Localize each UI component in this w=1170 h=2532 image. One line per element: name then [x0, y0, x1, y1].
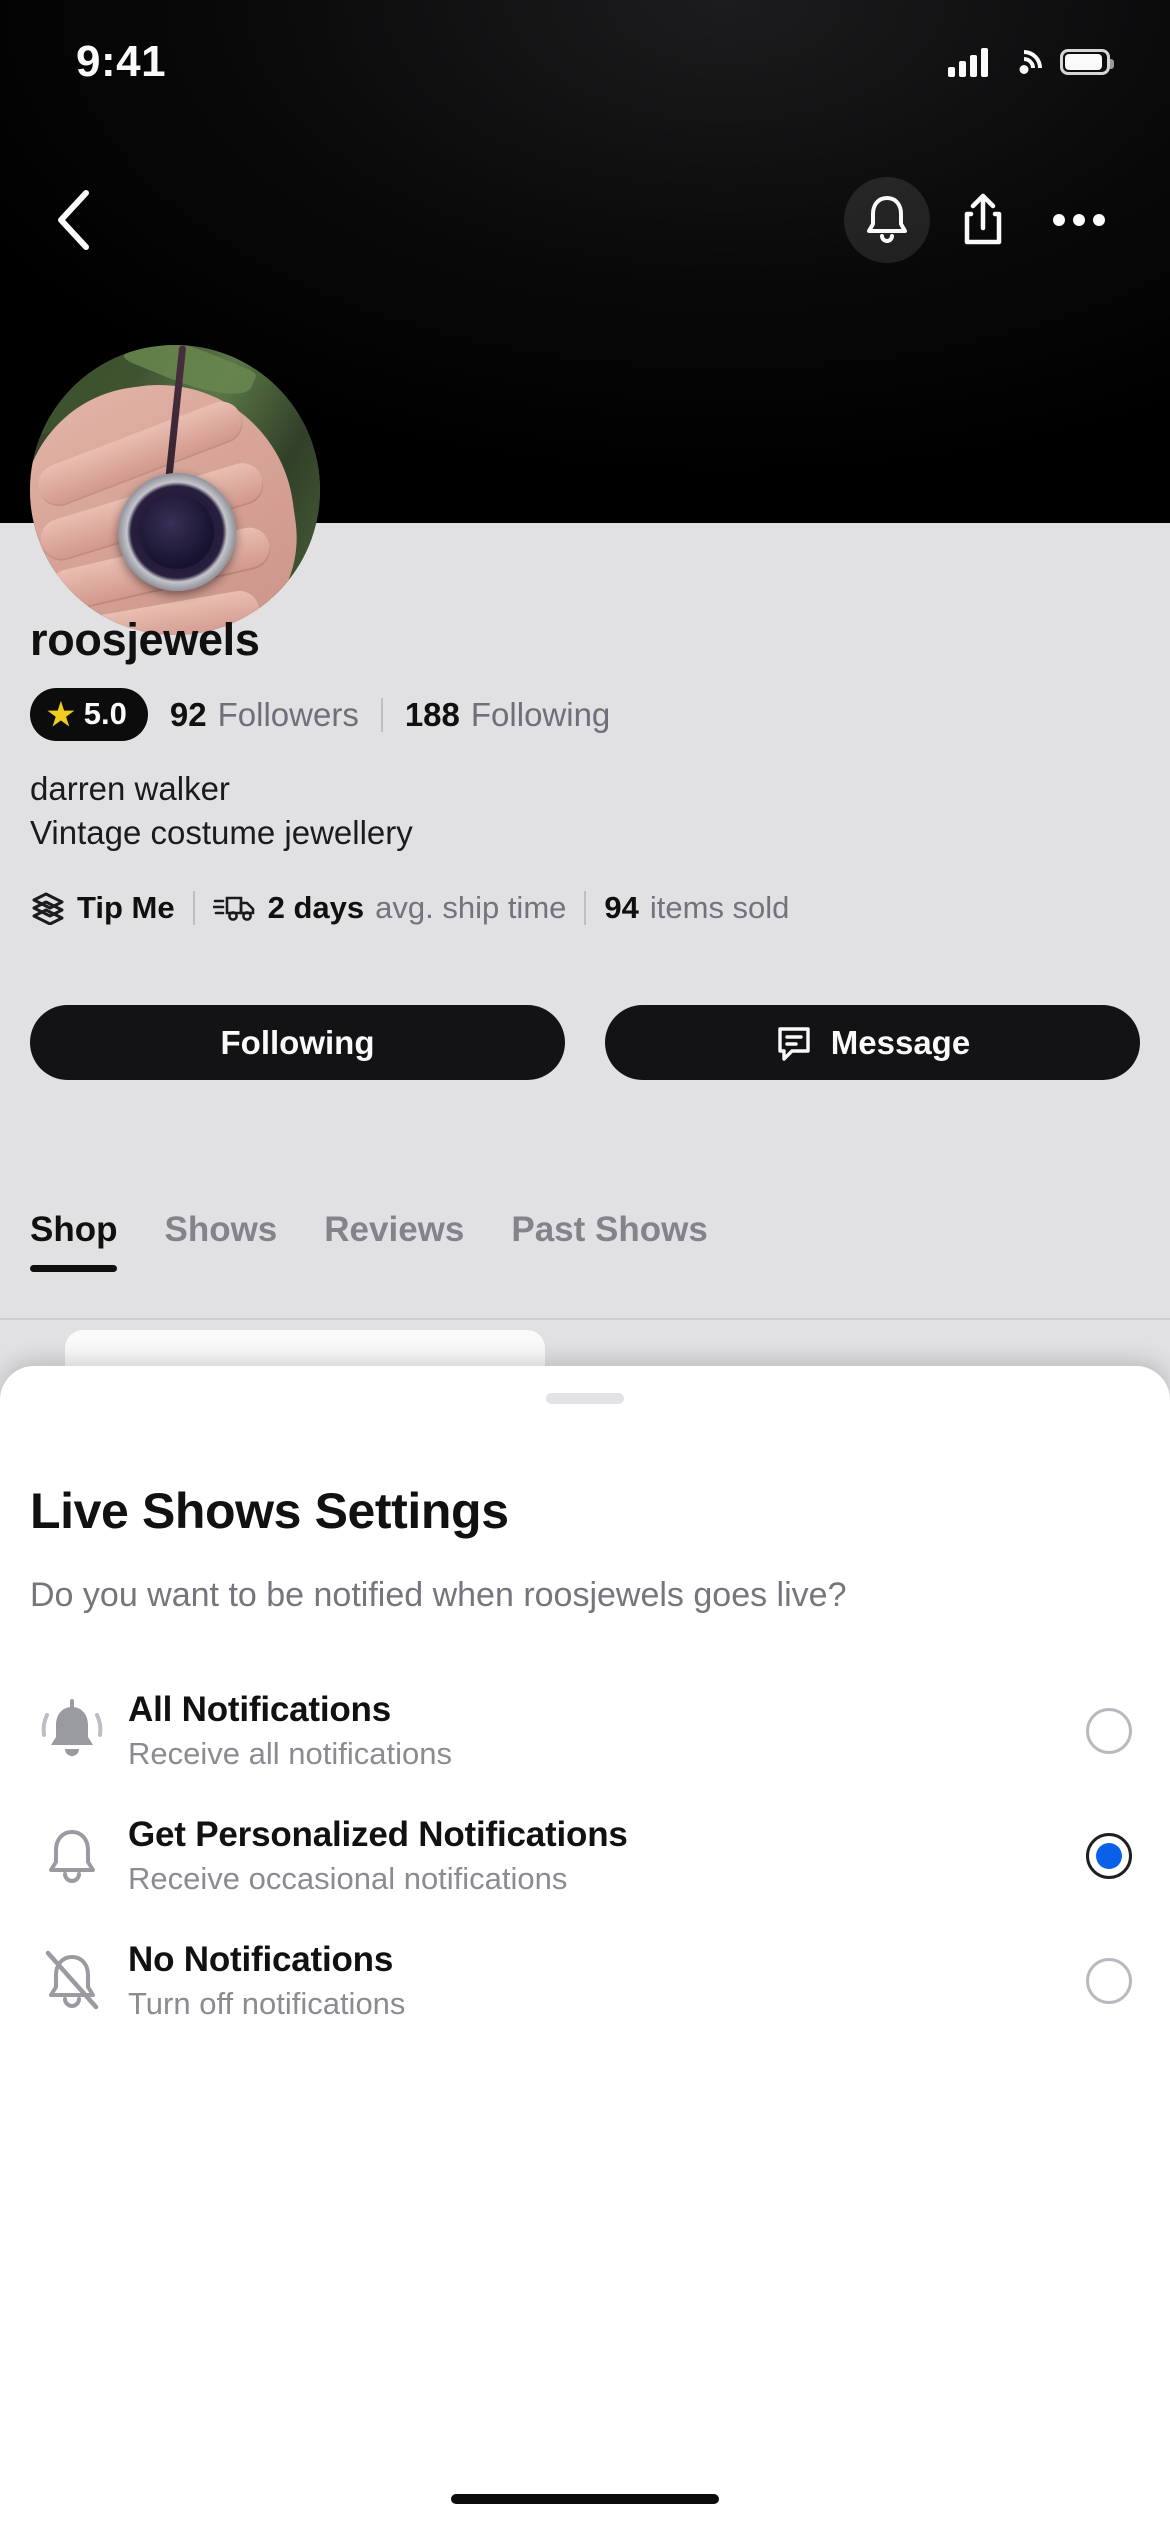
tip-bill-icon: [32, 892, 64, 925]
battery-icon: [1060, 49, 1114, 75]
option-description: Receive occasional notifications: [128, 1860, 568, 1896]
ship-time-label: avg. ship time: [375, 890, 567, 925]
share-button[interactable]: [940, 177, 1026, 263]
radio-no-notifications[interactable]: [1086, 1957, 1132, 2004]
following-count: 188: [404, 695, 460, 733]
items-sold-stat: 94 items sold: [604, 890, 789, 926]
tabs-divider: [0, 1318, 1170, 1320]
followers-count: 92: [169, 695, 207, 733]
chat-bubble-icon: [778, 1026, 810, 1061]
option-title: No Notifications: [128, 1939, 394, 1979]
profile-handle: darren walker: [30, 770, 230, 807]
cellular-signal-icon: [948, 47, 988, 77]
option-personalized-notifications[interactable]: Get Personalized Notifications Receive o…: [0, 1793, 1170, 1918]
items-sold-value: 94: [604, 890, 639, 925]
option-all-notifications[interactable]: All Notifications Receive all notificati…: [0, 1668, 1170, 1793]
chevron-left-icon: [58, 190, 89, 250]
items-sold-label: items sold: [649, 890, 790, 925]
option-description: Turn off notifications: [128, 1985, 406, 2021]
tab-shop[interactable]: Shop: [30, 1210, 118, 1272]
following-label: Following: [470, 695, 611, 733]
live-shows-settings-sheet: Live Shows Settings Do you want to be no…: [0, 1366, 1170, 2532]
ellipsis-icon: [1053, 214, 1105, 226]
status-bar-icons: [948, 33, 1114, 94]
profile-tabs: Shop Shows Reviews Past Shows: [30, 1210, 1170, 1272]
more-options-button[interactable]: [1036, 177, 1122, 263]
tip-me-button[interactable]: Tip Me: [30, 890, 175, 926]
bell-outline-icon: [30, 1814, 114, 1898]
tip-me-label: Tip Me: [77, 890, 175, 925]
ship-time-stat: 2 days avg. ship time: [212, 890, 567, 926]
option-texts: No Notifications Turn off notifications: [128, 1940, 1086, 2022]
option-title: Get Personalized Notifications: [128, 1814, 628, 1854]
profile-bio: Vintage costume jewellery: [30, 814, 413, 851]
following-button-label: Following: [220, 1023, 375, 1061]
wifi-icon: [998, 42, 1050, 94]
option-title: All Notifications: [128, 1689, 391, 1729]
notifications-button[interactable]: [844, 177, 930, 263]
radio-all-notifications[interactable]: [1086, 1707, 1132, 1754]
navigation-actions: [844, 177, 1122, 263]
share-icon: [964, 193, 1002, 245]
profile-stats: ★ 5.0 92 Followers 188 Following: [30, 688, 610, 741]
sheet-subtitle: Do you want to be notified when roosjewe…: [30, 1576, 847, 1614]
message-button[interactable]: Message: [605, 1005, 1140, 1080]
stats-divider: [380, 697, 383, 732]
followers-label: Followers: [217, 695, 359, 733]
tab-reviews[interactable]: Reviews: [324, 1210, 464, 1272]
tab-past-shows[interactable]: Past Shows: [511, 1210, 707, 1272]
following-button[interactable]: Following: [30, 1005, 565, 1080]
home-indicator: [451, 2494, 719, 2504]
bell-slash-icon: [30, 1939, 114, 2023]
status-bar-time: 9:41: [76, 37, 167, 86]
avatar-image: [30, 345, 320, 635]
avatar[interactable]: [30, 345, 320, 635]
following-stat[interactable]: 188 Following: [405, 696, 610, 734]
profile-action-buttons: Following Message: [30, 1005, 1140, 1080]
ship-time-value: 2 days: [267, 890, 365, 925]
bell-icon: [867, 196, 907, 243]
radio-personalized-notifications[interactable]: [1086, 1832, 1132, 1879]
sheet-title: Live Shows Settings: [30, 1483, 509, 1539]
followers-stat[interactable]: 92 Followers: [170, 696, 359, 734]
rating-badge[interactable]: ★ 5.0: [30, 688, 148, 741]
bell-ringing-filled-icon: [30, 1689, 114, 1773]
option-texts: All Notifications Receive all notificati…: [128, 1690, 1086, 1772]
notification-options-list: All Notifications Receive all notificati…: [0, 1668, 1170, 2043]
page-title: roosjewels: [30, 614, 260, 665]
option-no-notifications[interactable]: No Notifications Turn off notifications: [0, 1918, 1170, 2043]
option-texts: Get Personalized Notifications Receive o…: [128, 1815, 1086, 1897]
message-button-label: Message: [830, 1023, 971, 1061]
navigation-bar: [0, 165, 1170, 275]
tab-shows[interactable]: Shows: [164, 1210, 277, 1272]
truck-icon: [212, 896, 254, 921]
back-button[interactable]: [30, 177, 116, 263]
option-description: Receive all notifications: [128, 1735, 452, 1771]
status-bar: 9:41: [0, 0, 1170, 110]
star-icon: ★: [47, 696, 75, 732]
sheet-drag-handle[interactable]: [546, 1393, 624, 1404]
rating-value: 5.0: [83, 696, 127, 731]
meta-divider-1: [192, 891, 195, 925]
meta-divider-2: [584, 891, 587, 925]
profile-meta-row: Tip Me 2 days avg. ship time 94 items so…: [30, 890, 1150, 926]
